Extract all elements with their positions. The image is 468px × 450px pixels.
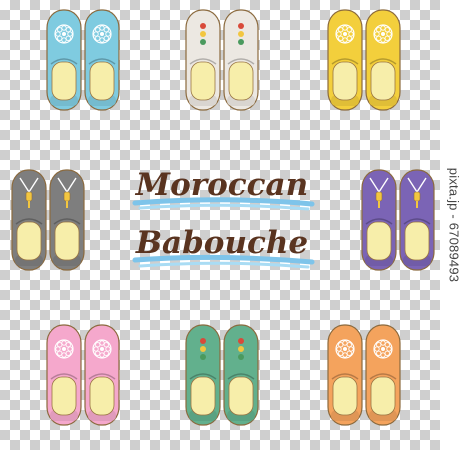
babouche-orange-pair xyxy=(327,324,401,426)
watermark-strip: pixta.jp - 67089493 xyxy=(440,0,468,450)
babouche-green-right-slipper xyxy=(223,324,259,426)
babouche-orange-right-slipper xyxy=(365,324,401,426)
illustration-canvas: Moroccan Babouche xyxy=(11,9,435,426)
babouche-pink-pair xyxy=(46,324,120,426)
title-line-2: Babouche xyxy=(135,225,308,261)
slipper-layer xyxy=(11,9,435,426)
babouche-purple-left-slipper xyxy=(361,169,397,271)
babouche-gray-pair xyxy=(11,169,85,271)
babouche-white-right-slipper xyxy=(223,9,259,111)
babouche-green-pair xyxy=(185,324,259,426)
babouche-pink-right-slipper xyxy=(84,324,120,426)
babouche-sky-blue-right-slipper xyxy=(84,9,120,111)
babouche-green-left-slipper xyxy=(185,324,221,426)
babouche-sky-blue-left-slipper xyxy=(46,9,82,111)
babouche-yellow-right-slipper xyxy=(365,9,401,111)
babouche-sky-blue-pair xyxy=(46,9,120,111)
babouche-orange-left-slipper xyxy=(327,324,363,426)
title-line-1: Moroccan xyxy=(135,167,308,203)
babouche-gray-left-slipper xyxy=(11,169,47,271)
babouche-pink-left-slipper xyxy=(46,324,82,426)
watermark-text: pixta.jp - 67089493 xyxy=(446,167,462,283)
babouche-yellow-left-slipper xyxy=(327,9,363,111)
babouche-purple-right-slipper xyxy=(399,169,435,271)
babouche-yellow-pair xyxy=(327,9,401,111)
babouche-white-pair xyxy=(185,9,259,111)
babouche-gray-right-slipper xyxy=(49,169,85,271)
babouche-purple-pair xyxy=(361,169,435,271)
babouche-white-left-slipper xyxy=(185,9,221,111)
